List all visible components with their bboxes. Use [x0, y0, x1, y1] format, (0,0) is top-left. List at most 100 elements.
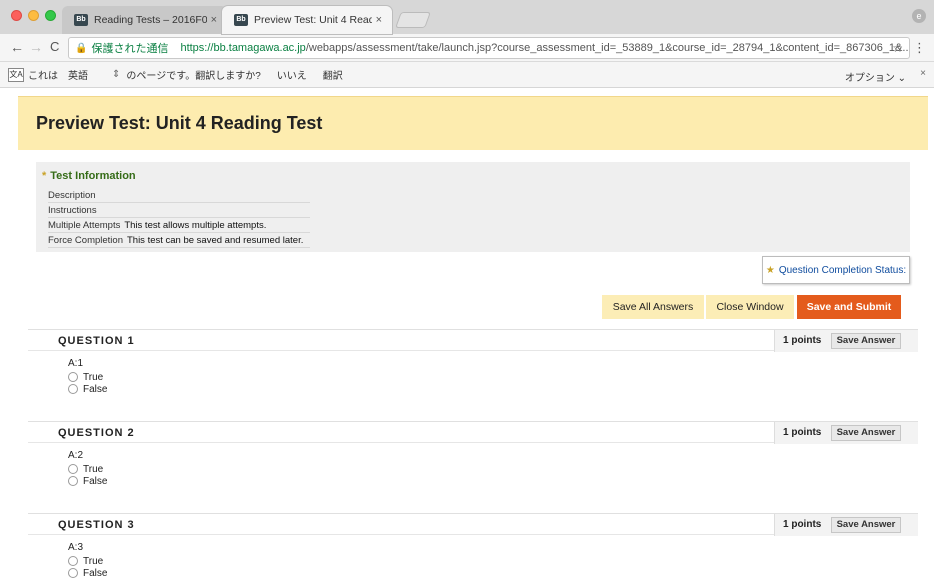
- radio-button[interactable]: [68, 476, 78, 486]
- info-label: Force Completion: [48, 235, 123, 246]
- reload-icon[interactable]: C: [50, 39, 59, 54]
- info-value: This test can be saved and resumed later…: [126, 235, 304, 246]
- question-prompt: A:2: [68, 450, 84, 461]
- source-language-select[interactable]: 英語: [68, 67, 88, 82]
- option-label: True: [83, 371, 104, 383]
- answer-option-true[interactable]: True: [68, 463, 107, 475]
- question-body: A:1 True False: [68, 358, 107, 395]
- address-bar[interactable]: 🔒 保護された通信 https://bb.tamagawa.ac.jp/weba…: [68, 37, 910, 59]
- translate-prompt-prefix: これは: [28, 71, 58, 82]
- radio-button[interactable]: [68, 556, 78, 566]
- url-path: /webapps/assessment/take/launch.jsp?cour…: [305, 42, 910, 54]
- answer-option-true[interactable]: True: [68, 555, 107, 567]
- question-header: QUESTION 3 1 points Save Answer: [28, 513, 918, 536]
- page-viewport: Preview Test: Unit 4 Reading Test * Test …: [0, 88, 934, 588]
- translate-options-label: オプション: [844, 73, 895, 84]
- answer-option-false[interactable]: False: [68, 567, 107, 579]
- new-tab-button[interactable]: [395, 12, 431, 28]
- tab-reading-tests[interactable]: Bb Reading Tests – 2016F05107( ×: [62, 6, 227, 34]
- answer-option-true[interactable]: True: [68, 371, 107, 383]
- test-content: Preview Test: Unit 4 Reading Test * Test …: [18, 96, 928, 586]
- question-1: QUESTION 1 1 points Save Answer A:1 True…: [28, 329, 918, 395]
- radio-button[interactable]: [68, 568, 78, 578]
- question-title: QUESTION 1: [58, 335, 135, 347]
- answer-option-false[interactable]: False: [68, 475, 107, 487]
- info-row-instructions: Instructions: [48, 203, 310, 218]
- options-chevron-icon: ⌄: [897, 73, 906, 84]
- question-3: QUESTION 3 1 points Save Answer A:3 True…: [28, 513, 918, 579]
- close-tab-icon[interactable]: ×: [376, 14, 382, 26]
- info-label: Multiple Attempts: [48, 220, 121, 231]
- no-translate-button[interactable]: いいえ: [277, 67, 307, 82]
- info-row-description: Description: [48, 188, 310, 203]
- page-title-bar: Preview Test: Unit 4 Reading Test: [18, 96, 928, 150]
- lock-icon: 🔒: [75, 42, 88, 54]
- radio-button[interactable]: [68, 464, 78, 474]
- save-and-submit-button[interactable]: Save and Submit: [797, 295, 901, 319]
- save-all-answers-button[interactable]: Save All Answers: [602, 295, 704, 319]
- page-title: Preview Test: Unit 4 Reading Test: [36, 113, 323, 133]
- save-answer-button[interactable]: Save Answer: [831, 425, 901, 441]
- back-arrow-icon[interactable]: ←: [10, 39, 24, 55]
- browser-tab-strip: Bb Reading Tests – 2016F05107( × Bb Prev…: [0, 0, 934, 34]
- question-points: 1 points: [783, 427, 822, 438]
- option-label: True: [83, 555, 104, 567]
- translate-options-button[interactable]: オプション ⌄: [845, 69, 906, 84]
- question-title: QUESTION 2: [58, 427, 135, 439]
- translate-prompt-suffix: のページです。翻訳しますか?: [126, 71, 261, 82]
- expand-star-icon: *: [42, 170, 47, 182]
- close-window-button[interactable]: Close Window: [706, 295, 794, 319]
- info-value: This test allows multiple attempts.: [124, 220, 267, 231]
- question-body: A:3 True False: [68, 542, 107, 579]
- question-completion-status-button[interactable]: ★ Question Completion Status:: [762, 256, 910, 284]
- translate-bar: 文A これは 英語 ⇕ のページです。翻訳しますか? いいえ 翻訳 オプション …: [0, 62, 934, 88]
- question-points-panel: 1 points Save Answer: [774, 514, 918, 536]
- close-translate-bar-icon[interactable]: ×: [920, 68, 926, 79]
- test-information-heading: Test Information: [50, 170, 136, 182]
- test-information-list: Description Instructions Multiple Attemp…: [48, 188, 310, 248]
- radio-button[interactable]: [68, 372, 78, 382]
- tab-title: Reading Tests – 2016F05107(: [94, 14, 207, 26]
- question-prompt: A:1: [68, 358, 84, 369]
- question-points-panel: 1 points Save Answer: [774, 422, 918, 444]
- save-answer-button[interactable]: Save Answer: [831, 333, 901, 349]
- test-information-panel: * Test Information Description Instructio…: [36, 162, 910, 252]
- info-label: Description: [48, 190, 96, 201]
- blackboard-favicon-icon: Bb: [234, 14, 248, 26]
- completion-status-label: Question Completion Status:: [778, 264, 907, 276]
- expand-star-icon: ★: [765, 264, 775, 276]
- translate-icon: 文A: [8, 67, 24, 82]
- forward-arrow-icon[interactable]: →: [29, 39, 43, 55]
- question-points-panel: 1 points Save Answer: [774, 330, 918, 352]
- bookmark-star-icon[interactable]: ☆: [892, 41, 903, 55]
- option-label: False: [83, 383, 108, 395]
- info-row-force-completion: Force Completion This test can be saved a…: [48, 233, 310, 248]
- translate-button[interactable]: 翻訳: [323, 67, 343, 82]
- zoom-window-dot[interactable]: [45, 10, 56, 21]
- question-prompt: A:3: [68, 542, 84, 553]
- close-window-dot[interactable]: [11, 10, 22, 21]
- answer-option-false[interactable]: False: [68, 383, 107, 395]
- url-host: https://bb.tamagawa.ac.jp: [180, 42, 306, 54]
- save-answer-button[interactable]: Save Answer: [831, 517, 901, 533]
- question-title: QUESTION 3: [58, 519, 135, 531]
- blackboard-favicon-icon: Bb: [74, 14, 88, 26]
- browser-toolbar: ← → C 🔒 保護された通信 https://bb.tamagawa.ac.j…: [0, 34, 934, 62]
- info-label: Instructions: [48, 205, 97, 216]
- secure-connection-label: 保護された通信: [91, 43, 169, 55]
- question-2: QUESTION 2 1 points Save Answer A:2 True…: [28, 421, 918, 487]
- language-chevron-icon[interactable]: ⇕: [112, 69, 120, 80]
- option-label: True: [83, 463, 104, 475]
- question-points: 1 points: [783, 519, 822, 530]
- minimize-window-dot[interactable]: [28, 10, 39, 21]
- test-information-toggle[interactable]: * Test Information: [42, 170, 136, 182]
- tab-preview-test[interactable]: Bb Preview Test: Unit 4 Reading T ×: [222, 6, 392, 34]
- question-header: QUESTION 2 1 points Save Answer: [28, 421, 918, 444]
- option-label: False: [83, 475, 108, 487]
- info-row-multiple-attempts: Multiple Attempts This test allows multip…: [48, 218, 310, 233]
- radio-button[interactable]: [68, 384, 78, 394]
- question-header: QUESTION 1 1 points Save Answer: [28, 329, 918, 352]
- browser-menu-icon[interactable]: ⋮: [913, 40, 926, 56]
- profile-icon[interactable]: e: [912, 9, 926, 23]
- close-tab-icon[interactable]: ×: [211, 14, 217, 26]
